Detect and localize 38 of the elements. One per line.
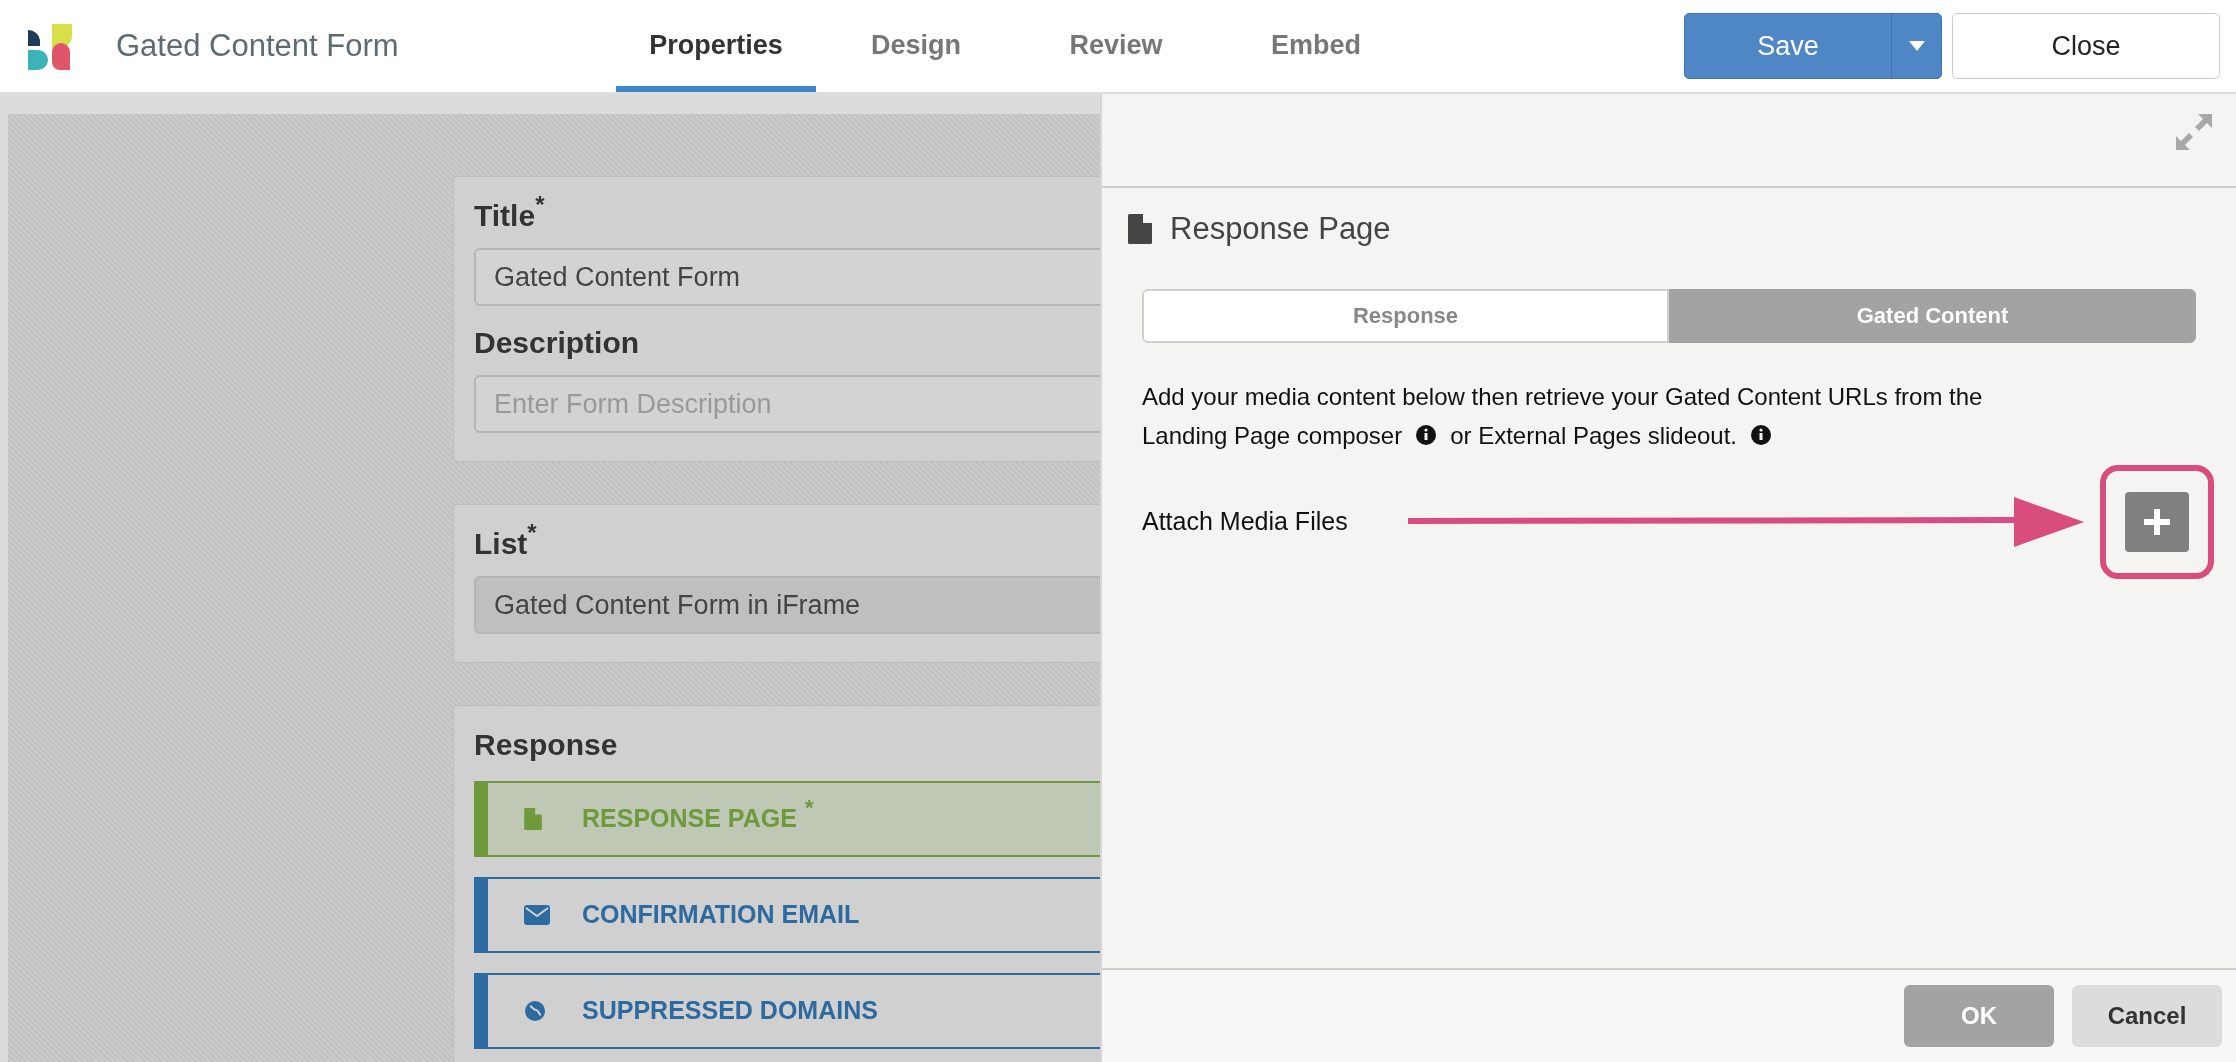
field-label: Description: [474, 325, 640, 361]
text-field[interactable]: Gated Content Form: [474, 248, 1100, 306]
field-label: Title: [474, 199, 536, 234]
description-text: Add your media content below then retrieve your Gated Content URLs from the: [1142, 381, 1983, 412]
description-text: or External Pages slideout.: [1450, 420, 1737, 451]
info-icon[interactable]: [1751, 425, 1771, 445]
save-split-button[interactable]: Save: [1684, 13, 1942, 79]
panel-title: Response Page: [1170, 210, 1391, 248]
document-icon: [524, 808, 542, 830]
required-mark: *: [535, 193, 545, 217]
required-mark: *: [804, 797, 814, 819]
segment-tab[interactable]: Gated Content: [1669, 288, 2196, 343]
option-label: RESPONSE PAGE: [582, 803, 797, 835]
required-mark: *: [527, 521, 537, 545]
section-title: Response: [474, 727, 619, 763]
globe-icon: [524, 1000, 546, 1022]
attach-label: Attach Media Files: [1142, 505, 1348, 537]
save-button[interactable]: Save: [1685, 14, 1891, 78]
nav-tab[interactable]: Embed: [1216, 0, 1416, 92]
segment-tab[interactable]: Response: [1142, 288, 1669, 343]
close-button[interactable]: Close: [1952, 13, 2220, 79]
response-option[interactable]: CONFIRMATION EMAIL: [474, 877, 1100, 953]
field-label: List: [474, 527, 528, 562]
ok-button[interactable]: OK: [1904, 985, 2054, 1047]
plus-icon: [2144, 508, 2170, 535]
form-title: Gated Content Form: [116, 26, 400, 65]
option-label: CONFIRMATION EMAIL: [582, 899, 860, 931]
option-label: SUPPRESSED DOMAINS: [582, 995, 878, 1027]
envelope-icon: [524, 905, 550, 925]
add-button[interactable]: [2125, 491, 2189, 552]
nav-tab[interactable]: Review: [1016, 0, 1216, 92]
text-field[interactable]: Enter Form Description: [474, 375, 1100, 433]
document-icon: [1128, 214, 1152, 245]
description-text: Landing Page composer: [1142, 420, 1403, 451]
cancel-button[interactable]: Cancel: [2072, 985, 2222, 1047]
info-icon[interactable]: [1416, 425, 1437, 445]
nav-tab[interactable]: Design: [816, 0, 1016, 92]
response-option[interactable]: SUPPRESSED DOMAINS: [474, 973, 1100, 1049]
